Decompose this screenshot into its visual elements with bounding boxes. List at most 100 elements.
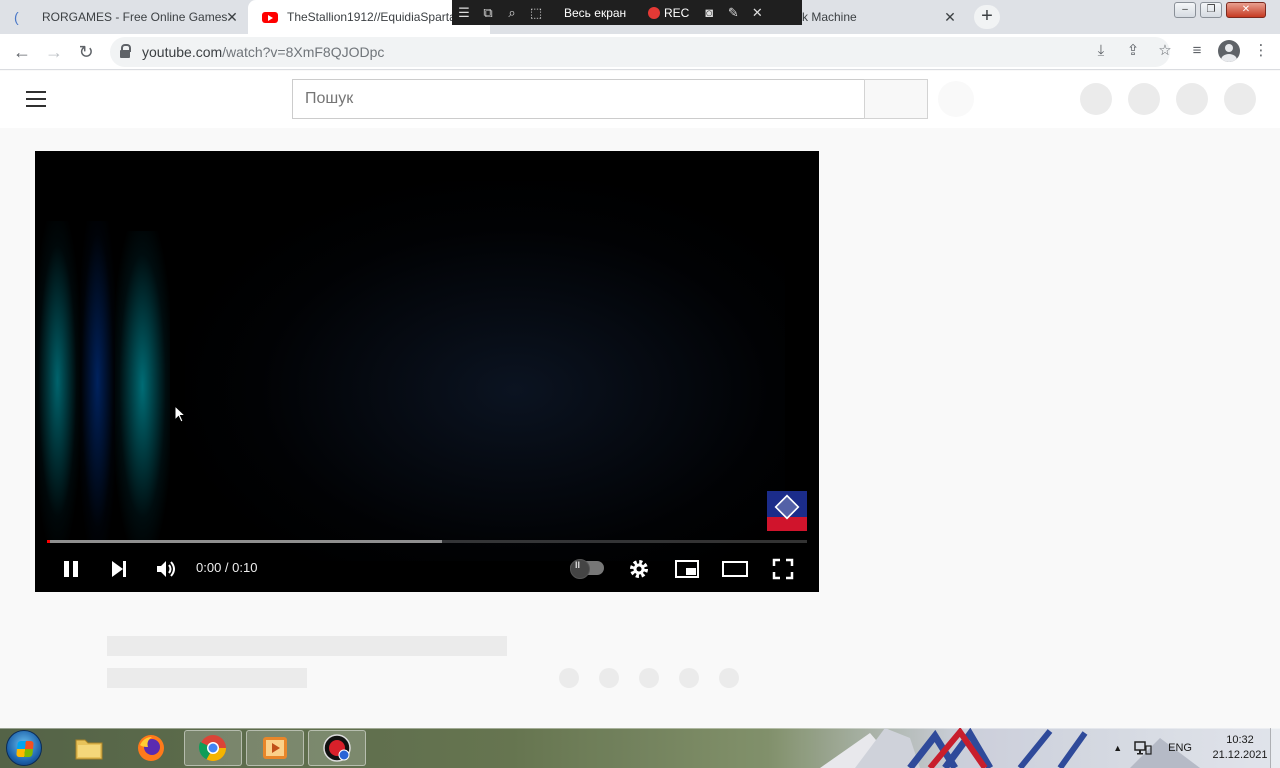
taskbar-media-player[interactable] bbox=[246, 730, 304, 766]
bookmark-star-icon[interactable]: ☆ bbox=[1154, 40, 1176, 62]
lock-icon bbox=[120, 44, 131, 58]
tab-rorgames[interactable]: ( RORGAMES - Free Online Games ✕ bbox=[0, 0, 248, 34]
theater-icon bbox=[722, 561, 748, 577]
taskbar-screen-recorder[interactable] bbox=[308, 730, 366, 766]
media-player-icon bbox=[263, 737, 287, 759]
next-button[interactable] bbox=[105, 555, 133, 583]
profile-avatar-icon[interactable] bbox=[1218, 40, 1240, 62]
toolbar-actions: ⤓ ⇪ ☆ ≡ ⋮ bbox=[1090, 40, 1272, 62]
omnibox[interactable]: youtube.com/watch?v=8XmF8QJODpc bbox=[110, 37, 1170, 67]
folder-icon bbox=[75, 739, 103, 760]
progress-played bbox=[47, 540, 50, 543]
forward-arrow-icon[interactable]: → bbox=[43, 41, 65, 63]
share-icon[interactable]: ⇪ bbox=[1122, 40, 1144, 62]
network-icon[interactable] bbox=[1134, 740, 1152, 756]
start-button[interactable] bbox=[6, 730, 42, 766]
install-app-icon[interactable]: ⤓ bbox=[1090, 40, 1112, 62]
create-icon-placeholder[interactable] bbox=[1080, 83, 1112, 115]
voice-search-placeholder[interactable] bbox=[938, 81, 974, 117]
action-skeleton bbox=[679, 668, 699, 688]
channel-watermark-logo[interactable] bbox=[767, 491, 807, 531]
url-path: /watch?v=8XmF8QJODpc bbox=[222, 44, 385, 60]
apps-icon-placeholder[interactable] bbox=[1128, 83, 1160, 115]
recorder-toolbar: ☰ ⧉ ⌕ ⬚ Весь екран REC ◙ ✎ ✕ bbox=[452, 0, 802, 25]
video-player[interactable]: 0:00 / 0:10 bbox=[35, 151, 819, 592]
recorder-app-icon bbox=[323, 734, 351, 762]
restore-button[interactable]: ❐ bbox=[1200, 2, 1222, 18]
language-indicator[interactable]: ENG bbox=[1168, 742, 1192, 754]
tab-close-icon[interactable]: ✕ bbox=[224, 9, 240, 25]
minimize-button[interactable]: – bbox=[1174, 2, 1196, 18]
new-tab-button[interactable]: + bbox=[974, 5, 1000, 29]
time-display: 0:00 / 0:10 bbox=[196, 560, 258, 575]
record-label: REC bbox=[664, 5, 690, 20]
action-skeleton bbox=[599, 668, 619, 688]
taskbar-chrome[interactable] bbox=[184, 730, 242, 766]
show-hidden-icons-icon[interactable]: ▲ bbox=[1113, 743, 1122, 753]
player-controls: 0:00 / 0:10 bbox=[35, 549, 819, 587]
window-close-button[interactable]: ✕ bbox=[1226, 2, 1266, 18]
account-avatar-placeholder[interactable] bbox=[1224, 83, 1256, 115]
window-mode-icon[interactable]: ⧉ bbox=[476, 5, 500, 21]
taskbar-clock[interactable]: 10:32 21.12.2021 bbox=[1210, 733, 1270, 763]
search-input[interactable] bbox=[292, 79, 865, 119]
menu-icon[interactable]: ☰ bbox=[452, 5, 476, 21]
tab-title: RORGAMES - Free Online Games bbox=[42, 10, 228, 24]
kebab-menu-icon[interactable]: ⋮ bbox=[1250, 40, 1272, 62]
gear-icon bbox=[630, 560, 648, 578]
back-arrow-icon[interactable]: ← bbox=[11, 41, 33, 63]
record-button[interactable]: REC bbox=[648, 6, 689, 20]
fullscreen-mode-label[interactable]: Весь екран bbox=[564, 6, 648, 20]
mute-button[interactable] bbox=[152, 555, 180, 583]
theater-mode-button[interactable] bbox=[721, 555, 749, 583]
fullscreen-button[interactable] bbox=[769, 555, 797, 583]
select-region-icon[interactable]: ⬚ bbox=[524, 5, 548, 21]
progress-bar[interactable] bbox=[47, 540, 807, 543]
reading-list-icon[interactable]: ≡ bbox=[1186, 40, 1208, 62]
settings-button[interactable] bbox=[625, 555, 653, 583]
video-frame-glow bbox=[35, 221, 80, 541]
pause-button[interactable] bbox=[57, 555, 85, 583]
reload-icon[interactable]: ↻ bbox=[75, 41, 97, 63]
search-button[interactable] bbox=[864, 79, 928, 119]
video-frame-haze bbox=[185, 181, 785, 561]
taskbar-explorer[interactable] bbox=[60, 730, 118, 766]
system-tray: ▲ ENG 10:32 21.12.2021 bbox=[1113, 728, 1270, 768]
miniplayer-button[interactable] bbox=[673, 555, 701, 583]
windows-taskbar: ▲ ENG 10:32 21.12.2021 bbox=[0, 728, 1280, 768]
chrome-icon bbox=[198, 735, 227, 762]
pause-icon bbox=[64, 561, 78, 577]
clock-date: 21.12.2021 bbox=[1212, 749, 1268, 761]
next-icon bbox=[112, 561, 126, 577]
volume-icon bbox=[157, 561, 175, 577]
pen-icon[interactable]: ✎ bbox=[721, 5, 745, 21]
youtube-favicon-icon bbox=[262, 11, 278, 23]
progress-buffered bbox=[47, 540, 443, 543]
url-host: youtube.com bbox=[142, 44, 223, 60]
taskbar-firefox[interactable] bbox=[122, 730, 180, 766]
url-text[interactable]: youtube.com/watch?v=8XmF8QJODpc bbox=[142, 44, 384, 60]
record-dot-icon bbox=[648, 7, 660, 20]
action-skeleton bbox=[559, 668, 579, 688]
meta-skeleton bbox=[107, 668, 307, 688]
rorgames-favicon-icon: ( bbox=[14, 9, 19, 25]
fullscreen-icon bbox=[772, 558, 794, 580]
address-bar: ← → ↻ youtube.com/watch?v=8XmF8QJODpc ⤓ … bbox=[0, 34, 1280, 70]
firefox-icon bbox=[138, 735, 164, 761]
tab-title: k Machine bbox=[802, 10, 857, 24]
notifications-icon-placeholder[interactable] bbox=[1176, 83, 1208, 115]
guide-menu-icon[interactable] bbox=[26, 91, 46, 107]
show-desktop-button[interactable] bbox=[1270, 728, 1280, 768]
autoplay-toggle[interactable] bbox=[570, 559, 604, 579]
zoom-region-icon[interactable]: ⌕ bbox=[500, 5, 524, 21]
window-controls: – ❐ ✕ bbox=[1174, 2, 1266, 18]
close-icon[interactable]: ✕ bbox=[745, 5, 769, 21]
camera-icon[interactable]: ◙ bbox=[697, 5, 721, 20]
tab-close-icon[interactable]: ✕ bbox=[942, 9, 958, 25]
action-skeleton bbox=[639, 668, 659, 688]
watch-page: 0:00 / 0:10 bbox=[0, 128, 1280, 728]
action-skeleton bbox=[719, 668, 739, 688]
title-skeleton bbox=[107, 636, 507, 656]
clock-time: 10:32 bbox=[1226, 734, 1254, 746]
tab-third[interactable]: k Machine ✕ bbox=[796, 0, 966, 34]
